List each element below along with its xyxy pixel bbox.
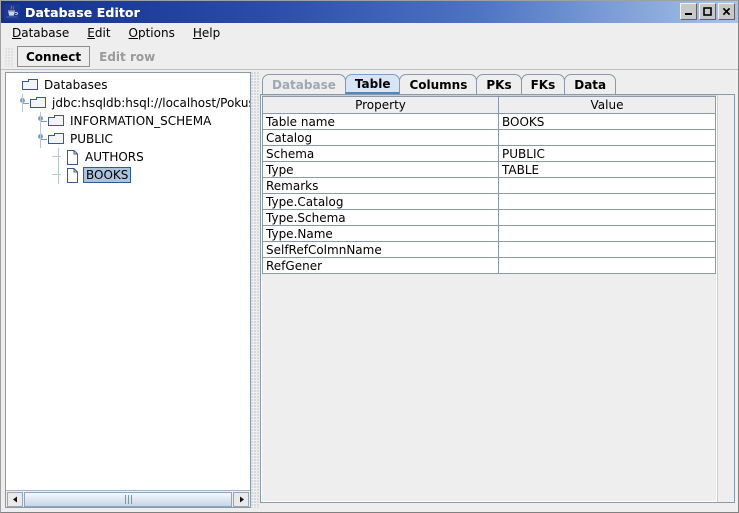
tree-node-public[interactable]: PUBLIC (6, 130, 250, 148)
menu-edit[interactable]: Edit (82, 24, 119, 42)
close-button[interactable] (718, 3, 735, 20)
menu-edit-label: dit (94, 26, 111, 40)
application-window: Database Editor Database Edit Options He… (0, 0, 739, 513)
properties-table-viewport: Property Value Table name BOOKS Catalog (261, 95, 717, 502)
scroll-left-arrow-icon[interactable] (7, 491, 23, 507)
window-controls (680, 3, 735, 20)
folder-icon (48, 114, 65, 128)
drag-grip-icon[interactable] (4, 46, 13, 67)
table-row[interactable]: Table name BOOKS (262, 113, 716, 130)
table-row[interactable]: Type.Catalog (262, 193, 716, 210)
cell-value[interactable]: TABLE (498, 161, 716, 178)
split-pane-divider[interactable] (251, 72, 260, 508)
cell-property[interactable]: Type.Catalog (262, 193, 499, 210)
column-header-value[interactable]: Value (498, 96, 716, 114)
tree-node-information-schema[interactable]: INFORMATION_SCHEMA (6, 112, 250, 130)
cell-value[interactable] (498, 129, 716, 146)
java-coffee-cup-icon (4, 4, 20, 20)
scroll-thumb[interactable] (24, 491, 232, 507)
details-panel: Database Table Columns PKs FKs Data Prop… (260, 72, 735, 508)
tree-node-authors[interactable]: AUTHORS (6, 148, 250, 166)
menu-bar: Database Edit Options Help (1, 23, 738, 44)
cell-property[interactable]: Catalog (262, 129, 499, 146)
folder-icon (22, 78, 39, 92)
folder-icon (48, 132, 65, 146)
table-row[interactable]: RefGener (262, 257, 716, 274)
title-bar: Database Editor (1, 1, 738, 23)
database-tree-panel: Databases jdbc:hsqldb:hsql://localhost/P… (5, 72, 251, 508)
cell-value[interactable] (498, 177, 716, 194)
cell-property[interactable]: SelfRefColmnName (262, 241, 499, 258)
properties-table-body: Table name BOOKS Catalog Schema PUBLIC T… (262, 113, 716, 274)
tree-node-label-selected: BOOKS (83, 167, 132, 183)
menu-database[interactable]: Database (7, 24, 78, 42)
table-row[interactable]: Type.Schema (262, 209, 716, 226)
tree-node-label: jdbc:hsqldb:hsql://localhost/PokusDB (52, 96, 250, 110)
details-panel-bottom-strip (260, 503, 735, 508)
menu-help[interactable]: Help (188, 24, 229, 42)
scroll-right-arrow-icon[interactable] (233, 491, 249, 507)
table-row[interactable]: Type TABLE (262, 161, 716, 178)
tab-fks[interactable]: FKs (520, 74, 566, 94)
maximize-button[interactable] (699, 3, 716, 20)
cell-property[interactable]: RefGener (262, 257, 499, 274)
table-row[interactable]: Schema PUBLIC (262, 145, 716, 162)
tree-node-label: PUBLIC (70, 132, 113, 146)
tab-table[interactable]: Table (344, 74, 401, 94)
tree-node-databases[interactable]: Databases (6, 76, 250, 94)
tree-node-books[interactable]: BOOKS (6, 166, 250, 184)
file-icon (66, 149, 79, 165)
cell-property[interactable]: Remarks (262, 177, 499, 194)
split-pane: Databases jdbc:hsqldb:hsql://localhost/P… (1, 70, 738, 512)
column-header-property[interactable]: Property (262, 96, 499, 114)
cell-value[interactable] (498, 225, 716, 242)
properties-table: Property Value Table name BOOKS Catalog (262, 96, 716, 274)
cell-property[interactable]: Type.Schema (262, 209, 499, 226)
tab-bar: Database Table Columns PKs FKs Data (260, 72, 735, 94)
cell-property[interactable]: Table name (262, 113, 499, 130)
menu-database-label: atabase (21, 26, 70, 40)
cell-property[interactable]: Type (262, 161, 499, 178)
table-row[interactable]: SelfRefColmnName (262, 241, 716, 258)
tab-data[interactable]: Data (564, 74, 617, 94)
tab-database: Database (262, 74, 346, 94)
table-header-row: Property Value (262, 96, 716, 114)
menu-options[interactable]: Options (124, 24, 184, 42)
scroll-track[interactable] (24, 491, 232, 507)
cell-value[interactable] (498, 193, 716, 210)
connect-button[interactable]: Connect (17, 46, 91, 67)
menu-options-label: ptions (137, 26, 175, 40)
scroll-thumb-grip-icon (124, 494, 132, 504)
cell-value[interactable] (498, 241, 716, 258)
tree-node-jdbc-url[interactable]: jdbc:hsqldb:hsql://localhost/PokusDB (6, 94, 250, 112)
edit-row-button: Edit row (90, 46, 165, 67)
cell-value[interactable]: PUBLIC (498, 145, 716, 162)
table-empty-area (262, 274, 716, 501)
window-title: Database Editor (25, 4, 140, 20)
table-row[interactable]: Type.Name (262, 225, 716, 242)
cell-property[interactable]: Schema (262, 145, 499, 162)
tree-node-label: AUTHORS (85, 150, 144, 164)
cell-value[interactable] (498, 209, 716, 226)
tab-columns[interactable]: Columns (399, 74, 478, 94)
properties-table-scrollpane: Property Value Table name BOOKS Catalog (260, 94, 735, 503)
menu-help-label: elp (201, 26, 221, 40)
table-row[interactable]: Remarks (262, 177, 716, 194)
cell-value[interactable] (498, 257, 716, 274)
tree-node-label: INFORMATION_SCHEMA (70, 114, 212, 128)
tree-horizontal-scrollbar[interactable] (6, 490, 250, 507)
tab-pks[interactable]: PKs (476, 74, 522, 94)
cell-value[interactable]: BOOKS (498, 113, 716, 130)
file-icon (66, 167, 79, 183)
tree-node-label: Databases (44, 78, 108, 92)
table-vertical-scrollbar-area[interactable] (717, 95, 734, 502)
minimize-button[interactable] (680, 3, 697, 20)
folder-icon (30, 96, 47, 110)
table-row[interactable]: Catalog (262, 129, 716, 146)
database-tree[interactable]: Databases jdbc:hsqldb:hsql://localhost/P… (6, 73, 250, 490)
cell-property[interactable]: Type.Name (262, 225, 499, 242)
tool-bar: Connect Edit row (1, 44, 738, 70)
